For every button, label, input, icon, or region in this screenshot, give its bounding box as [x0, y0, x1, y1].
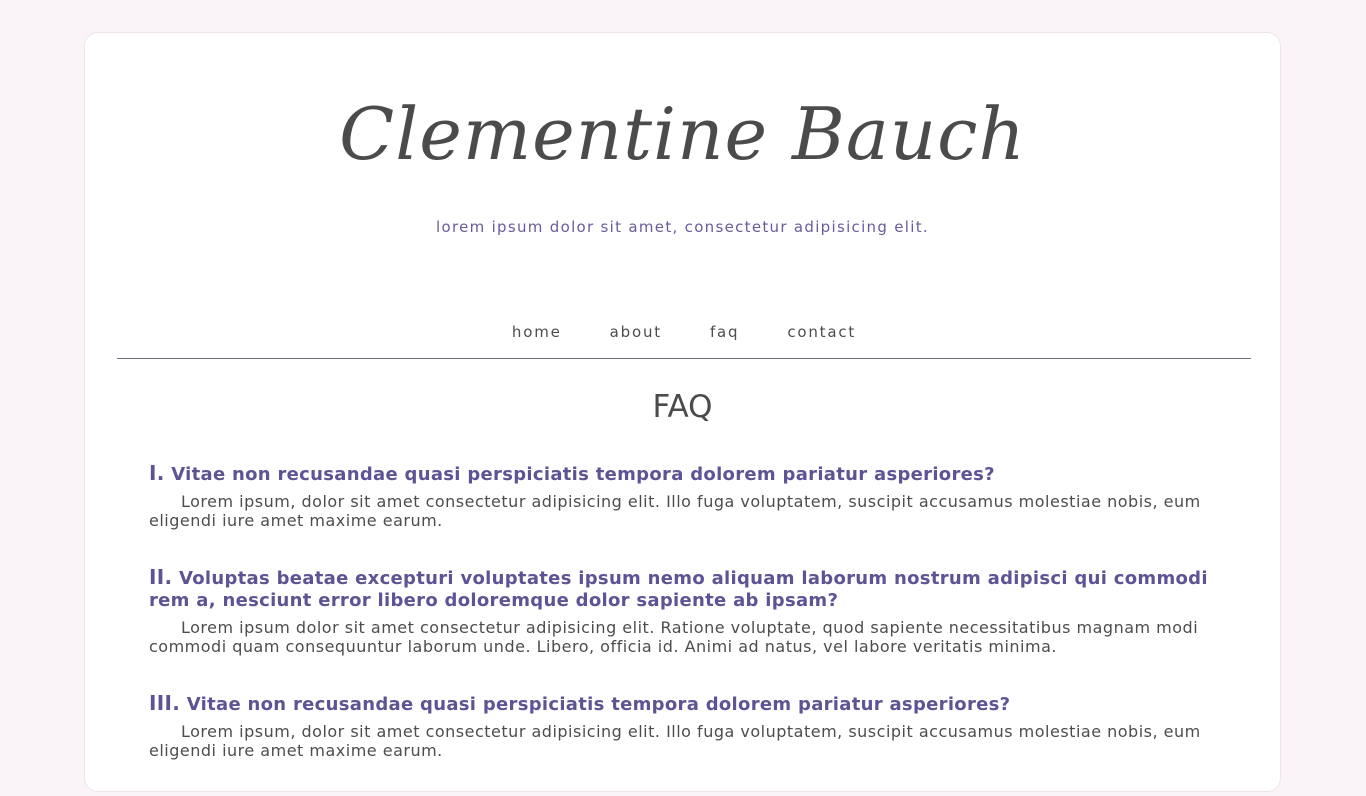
faq-item: III. Vitae non recusandae quasi perspici… — [149, 692, 1219, 760]
faq-list: I. Vitae non recusandae quasi perspiciat… — [149, 462, 1219, 796]
faq-number: II. — [149, 565, 173, 589]
faq-answer: Lorem ipsum, dolor sit amet consectetur … — [149, 722, 1201, 760]
faq-question-text: Vitae non recusandae quasi perspiciatis … — [171, 464, 995, 485]
faq-item: II. Voluptas beatae excepturi voluptates… — [149, 566, 1219, 656]
faq-question-text: Vitae non recusandae quasi perspiciatis … — [186, 694, 1011, 715]
faq-number: I. — [149, 461, 165, 485]
faq-question: II. Voluptas beatae excepturi voluptates… — [149, 566, 1219, 612]
nav-item-home[interactable]: home — [488, 313, 586, 341]
page-card: Clementine Bauch lorem ipsum dolor sit a… — [84, 32, 1281, 792]
faq-item: I. Vitae non recusandae quasi perspiciat… — [149, 462, 1219, 530]
faq-answer: Lorem ipsum dolor sit amet consectetur a… — [149, 618, 1199, 656]
nav-item-faq[interactable]: faq — [686, 313, 763, 341]
faq-question: III. Vitae non recusandae quasi perspici… — [149, 692, 1219, 716]
faq-answer: Lorem ipsum, dolor sit amet consectetur … — [149, 492, 1201, 530]
main-nav: home about faq contact — [117, 313, 1251, 359]
page-title: FAQ — [652, 389, 713, 425]
faq-question: I. Vitae non recusandae quasi perspiciat… — [149, 462, 1219, 486]
faq-question-text: Voluptas beatae excepturi voluptates ips… — [149, 568, 1208, 611]
nav-item-about[interactable]: about — [586, 313, 686, 341]
site-title: Clementine Bauch — [339, 92, 1026, 176]
site-tagline: lorem ipsum dolor sit amet, consectetur … — [436, 218, 929, 236]
nav-item-contact[interactable]: contact — [763, 313, 880, 341]
faq-number: III. — [149, 691, 181, 715]
